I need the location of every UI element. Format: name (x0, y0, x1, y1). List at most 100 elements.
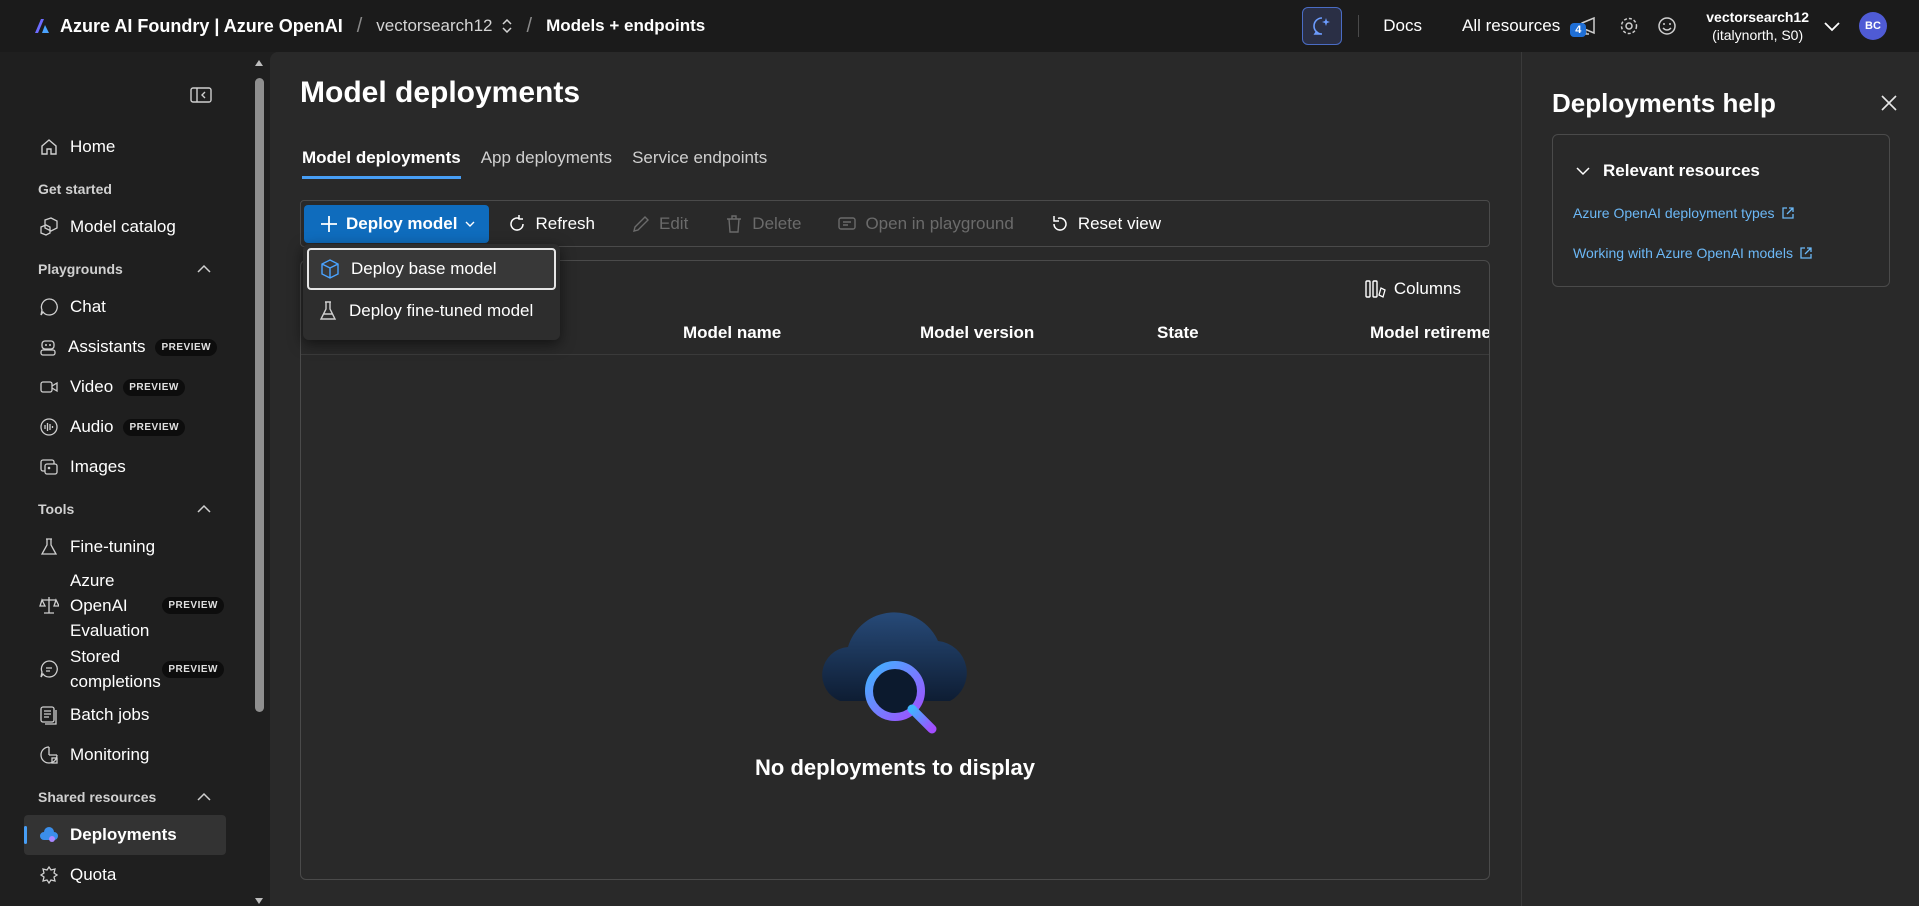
sidebar-item-audio[interactable]: Audio PREVIEW (24, 407, 226, 447)
section-shared-resources[interactable]: Shared resources (24, 779, 226, 815)
chevron-down-icon (1575, 166, 1591, 176)
feedback-button[interactable] (1656, 15, 1678, 37)
edit-button[interactable]: Edit (613, 205, 706, 243)
sidebar-item-label: Batch jobs (70, 705, 150, 724)
avatar[interactable]: BC (1859, 12, 1887, 40)
sidebar-item-video[interactable]: Video PREVIEW (24, 367, 226, 407)
brand[interactable]: Azure AI Foundry | Azure OpenAI (32, 16, 343, 37)
column-header-model-name[interactable]: Model name (683, 323, 781, 343)
copilot-button[interactable] (1302, 7, 1343, 45)
sidebar-item-label: Azure OpenAI Evaluation (70, 570, 150, 640)
chevron-up-icon (196, 264, 212, 274)
refresh-button[interactable]: Refresh (489, 205, 613, 243)
column-header-model-retirement[interactable]: Model retireme (1370, 323, 1489, 343)
tab-model-deployments[interactable]: Model deployments (302, 148, 461, 179)
foundry-logo-icon (32, 16, 52, 36)
sidebar-item-model-catalog[interactable]: Model catalog (24, 207, 226, 247)
quota-icon (38, 865, 60, 885)
page-title: Model deployments (300, 76, 581, 109)
deployment-types-link[interactable]: Azure OpenAI deployment types (1573, 205, 1795, 221)
tab-service-endpoints[interactable]: Service endpoints (632, 148, 767, 179)
columns-icon (1364, 279, 1386, 299)
chevron-down-icon[interactable] (1823, 20, 1841, 32)
relevant-resources-toggle[interactable]: Relevant resources (1575, 161, 1760, 181)
close-help-button[interactable] (1880, 94, 1898, 112)
trash-icon (724, 214, 744, 234)
plus-icon (320, 215, 338, 233)
link-label: Working with Azure OpenAI models (1573, 245, 1793, 261)
deployments-grid: Columns Name Model name Model version St… (300, 260, 1490, 880)
preview-badge: PREVIEW (162, 596, 224, 614)
refresh-label: Refresh (535, 213, 595, 233)
breadcrumb-separator: / (356, 14, 363, 37)
sidebar-item-deployments[interactable]: Deployments (24, 815, 226, 855)
top-bar: Azure AI Foundry | Azure OpenAI / vector… (0, 0, 1919, 52)
reset-view-label: Reset view (1077, 213, 1161, 233)
playground-icon (837, 214, 857, 234)
breadcrumb-separator: / (526, 14, 533, 37)
deploy-model-button[interactable]: Deploy model (304, 204, 490, 243)
empty-state-message: No deployments to display (755, 755, 1035, 780)
external-link-icon (1799, 246, 1813, 260)
sidebar-item-fine-tuning[interactable]: Fine-tuning (24, 527, 226, 567)
copilot-chat-icon (1311, 15, 1333, 37)
sidebar-item-chat[interactable]: Chat (24, 287, 226, 327)
stored-chat-icon (38, 659, 60, 679)
gear-icon (1618, 15, 1640, 37)
audio-wave-icon (38, 417, 60, 437)
working-with-models-link[interactable]: Working with Azure OpenAI models (1573, 245, 1813, 261)
columns-button[interactable]: Columns (1364, 279, 1461, 299)
sidebar-item-evaluation[interactable]: Azure OpenAI Evaluation PREVIEW (24, 567, 226, 643)
settings-button[interactable] (1618, 15, 1640, 37)
sidebar-item-images[interactable]: Images (24, 447, 226, 487)
docs-link[interactable]: Docs (1383, 16, 1422, 36)
panel-collapse-icon (190, 86, 212, 104)
columns-label: Columns (1393, 279, 1461, 298)
sidebar-item-home[interactable]: Home (24, 127, 226, 167)
delete-button[interactable]: Delete (706, 205, 819, 243)
chevron-down-icon (465, 220, 475, 228)
account-name: vectorsearch12 (1706, 9, 1809, 25)
deploy-fine-tuned-model-item[interactable]: Deploy fine-tuned model (307, 290, 556, 332)
nav-scrollbar-thumb[interactable] (255, 78, 264, 712)
sidebar-item-quota[interactable]: Quota (24, 855, 226, 895)
relevant-resources-card: Relevant resources Azure OpenAI deployme… (1552, 134, 1890, 287)
nav-list: Home Get started Model catalog Playgroun… (24, 127, 226, 895)
sidebar-item-label: Assistants (68, 337, 146, 356)
sidebar-item-monitoring[interactable]: Monitoring (24, 735, 226, 775)
project-selector[interactable]: vectorsearch12 (376, 16, 512, 36)
sidebar-item-assistants[interactable]: Assistants PREVIEW (24, 327, 226, 367)
column-header-state[interactable]: State (1157, 323, 1199, 343)
column-header-model-version[interactable]: Model version (920, 323, 1034, 343)
section-title: Playgrounds (38, 261, 123, 277)
sidebar-item-label: Audio (70, 417, 114, 436)
cube-icon (319, 258, 341, 280)
external-link-icon (1781, 206, 1795, 220)
relevant-resources-title: Relevant resources (1603, 161, 1760, 180)
home-icon (38, 137, 60, 157)
section-playgrounds[interactable]: Playgrounds (24, 251, 226, 287)
reset-view-button[interactable]: Reset view (1032, 205, 1179, 243)
open-in-playground-button[interactable]: Open in playground (819, 205, 1031, 243)
section-tools[interactable]: Tools (24, 491, 226, 527)
chevron-updown-icon (501, 19, 513, 33)
section-title: Tools (38, 501, 75, 517)
smiley-icon (1656, 15, 1678, 37)
preview-badge: PREVIEW (123, 378, 185, 396)
announcements-button[interactable]: 4 (1570, 15, 1602, 37)
account-info[interactable]: vectorsearch12 (italynorth, S0) (1706, 8, 1809, 44)
all-resources-link[interactable]: All resources (1462, 16, 1560, 36)
chevron-up-icon (196, 792, 212, 802)
delete-label: Delete (752, 213, 802, 233)
tab-app-deployments[interactable]: App deployments (481, 148, 612, 179)
sidebar-item-batch-jobs[interactable]: Batch jobs (24, 695, 226, 735)
sidebar-item-stored-completions[interactable]: Stored completions PREVIEW (24, 643, 226, 695)
sidebar-item-label: Chat (70, 297, 106, 316)
empty-state: No deployments to display (301, 601, 1489, 781)
deploy-model-label: Deploy model (346, 213, 458, 233)
collapse-nav-button[interactable] (190, 86, 212, 104)
chat-icon (38, 297, 60, 317)
deploy-base-model-item[interactable]: Deploy base model (307, 248, 556, 290)
preview-badge: PREVIEW (123, 418, 186, 436)
menu-item-label: Deploy fine-tuned model (349, 301, 534, 320)
